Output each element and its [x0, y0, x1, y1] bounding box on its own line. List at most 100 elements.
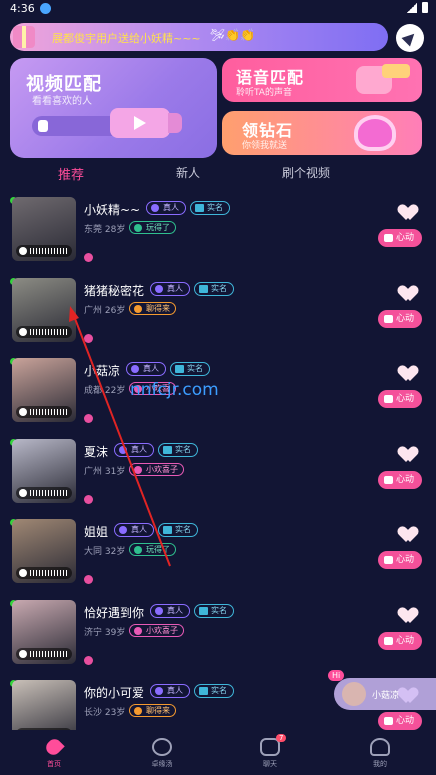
verified-badge: 实名	[158, 523, 198, 537]
user-photo[interactable]	[12, 197, 76, 261]
voice-match-card[interactable]: 语音匹配 聆听TA的声音	[222, 58, 422, 102]
user-meta: 东莞 28岁	[84, 225, 126, 235]
verified-badge: 实名	[194, 603, 234, 618]
heart-icon[interactable]	[400, 608, 416, 624]
play-icon	[19, 327, 27, 336]
user-name: 夏沫	[84, 444, 109, 459]
nav-chat[interactable]: 7 聊天	[240, 734, 300, 769]
notification-icon	[40, 3, 51, 14]
user-tag: 聊得来	[129, 704, 176, 717]
waveform-icon	[30, 650, 68, 657]
nav-chat-label: 聊天	[263, 760, 277, 768]
greeting-name: 小菇凉	[372, 691, 400, 701]
user-name: 小妖精~~	[84, 203, 141, 217]
waveform-icon	[30, 570, 68, 576]
like-button[interactable]: 心动	[378, 229, 422, 247]
waveform-icon	[30, 328, 68, 335]
hi-label: Hi	[328, 670, 345, 681]
waveform-icon	[30, 489, 68, 496]
battery-icon	[422, 2, 428, 13]
list-item[interactable]: 夏沫 真人 实名 广州 31岁 小欢喜子 心动	[0, 438, 436, 519]
list-item[interactable]: 小妖精~~ 真人 实名 东莞 28岁 玩得了 心动	[0, 197, 436, 277]
play-icon	[19, 569, 27, 577]
heart-icon[interactable]	[400, 527, 416, 543]
nav-discover-label: 卓缘汤	[151, 760, 173, 768]
real-person-badge: 真人	[146, 201, 186, 215]
gift-icon	[13, 26, 35, 48]
user-meta: 长沙 23岁	[84, 708, 126, 718]
status-bar: 4:36	[0, 0, 436, 18]
user-photo[interactable]	[12, 358, 76, 422]
location-button[interactable]	[396, 24, 424, 52]
nav-home[interactable]: 首页	[24, 736, 84, 769]
like-button[interactable]: 心动	[378, 551, 422, 569]
list-item[interactable]: 恰好遇到你 真人 实名 济宁 39岁 小欢喜子 心动	[0, 599, 436, 680]
real-person-badge: 真人	[114, 442, 154, 457]
video-match-card[interactable]: 视频匹配 看看喜欢的人	[10, 58, 217, 158]
voice-intro-player[interactable]	[16, 567, 72, 579]
real-person-badge: 真人	[126, 362, 166, 376]
user-name: 你的小可爱	[84, 686, 145, 700]
tab-short-video[interactable]: 刷个视频	[282, 164, 330, 181]
user-tag: 聊得来	[129, 301, 176, 315]
user-tag: 小欢喜子	[129, 623, 184, 637]
tab-recommend[interactable]: 推荐	[58, 164, 84, 183]
user-photo[interactable]	[12, 519, 76, 583]
gift-dot-icon	[84, 494, 93, 504]
voice-match-subtitle: 聆听TA的声音	[236, 88, 292, 98]
heart-icon[interactable]	[400, 286, 416, 302]
nav-discover[interactable]: 卓缘汤	[132, 738, 192, 769]
nav-profile-label: 我的	[373, 760, 387, 768]
list-item[interactable]: 猪猪秘密花 真人 实名 广州 26岁 聊得来 心动	[0, 277, 436, 358]
verified-badge: 实名	[194, 684, 234, 698]
play-icon	[19, 408, 27, 416]
real-person-badge: 真人	[150, 603, 190, 618]
voice-intro-player[interactable]	[16, 325, 72, 338]
announcement-banner[interactable]: 展都俊宇用户送给小妖精~~~ 🛩👏👏	[10, 23, 388, 51]
watermark: nnfcjr.com	[130, 380, 219, 400]
real-person-badge: 真人	[114, 523, 154, 537]
user-meta: 广州 26岁	[84, 305, 126, 316]
diamond-subtitle: 你领我就送	[242, 141, 288, 151]
real-person-badge: 真人	[150, 684, 190, 698]
user-name: 猪猪秘密花	[84, 283, 145, 298]
like-button[interactable]: 心动	[378, 712, 422, 730]
unread-badge: 7	[276, 734, 287, 742]
voice-intro-player[interactable]	[16, 245, 72, 257]
verified-badge: 实名	[170, 362, 210, 376]
list-item[interactable]: 姐姐 真人 实名 大同 32岁 玩得了 心动	[0, 519, 436, 599]
verified-badge: 实名	[158, 442, 198, 457]
heart-icon[interactable]	[400, 205, 416, 221]
diamond-card[interactable]: 领钻石 你领我就送	[222, 111, 422, 155]
user-tag: 玩得了	[129, 543, 176, 556]
voice-intro-player[interactable]	[16, 486, 72, 499]
user-meta: 广州 31岁	[84, 466, 126, 477]
tab-new[interactable]: 新人	[176, 164, 200, 181]
nav-home-label: 首页	[47, 760, 61, 768]
heart-icon[interactable]	[400, 447, 416, 463]
gift-dot-icon	[84, 333, 93, 343]
voice-intro-player[interactable]	[16, 647, 72, 660]
verified-badge: 实名	[190, 201, 230, 215]
user-name: 小菇凉	[84, 364, 121, 378]
like-button[interactable]: 心动	[378, 309, 422, 328]
like-button[interactable]: 心动	[378, 470, 422, 489]
play-icon	[19, 488, 27, 497]
user-photo[interactable]	[12, 277, 76, 342]
banner-emoji: 🛩👏👏	[210, 28, 256, 42]
gift-dot-icon	[84, 414, 93, 423]
user-photo[interactable]	[12, 438, 76, 503]
like-button[interactable]: 心动	[378, 390, 422, 408]
banner-text: 展都俊宇用户送给小妖精~~~	[52, 32, 201, 45]
like-button[interactable]: 心动	[378, 631, 422, 650]
bottom-nav: 首页 卓缘汤 7 聊天 我的	[0, 730, 436, 775]
waveform-icon	[30, 248, 68, 254]
user-photo[interactable]	[12, 599, 76, 664]
voice-intro-player[interactable]	[16, 406, 72, 418]
nav-profile[interactable]: 我的	[350, 738, 410, 769]
user-tag: 小欢喜子	[129, 462, 184, 476]
floating-greeting[interactable]: Hi 小菇凉	[328, 670, 436, 710]
heart-icon[interactable]	[400, 366, 416, 382]
user-meta: 大同 32岁	[84, 547, 126, 557]
signal-icon	[407, 2, 417, 13]
